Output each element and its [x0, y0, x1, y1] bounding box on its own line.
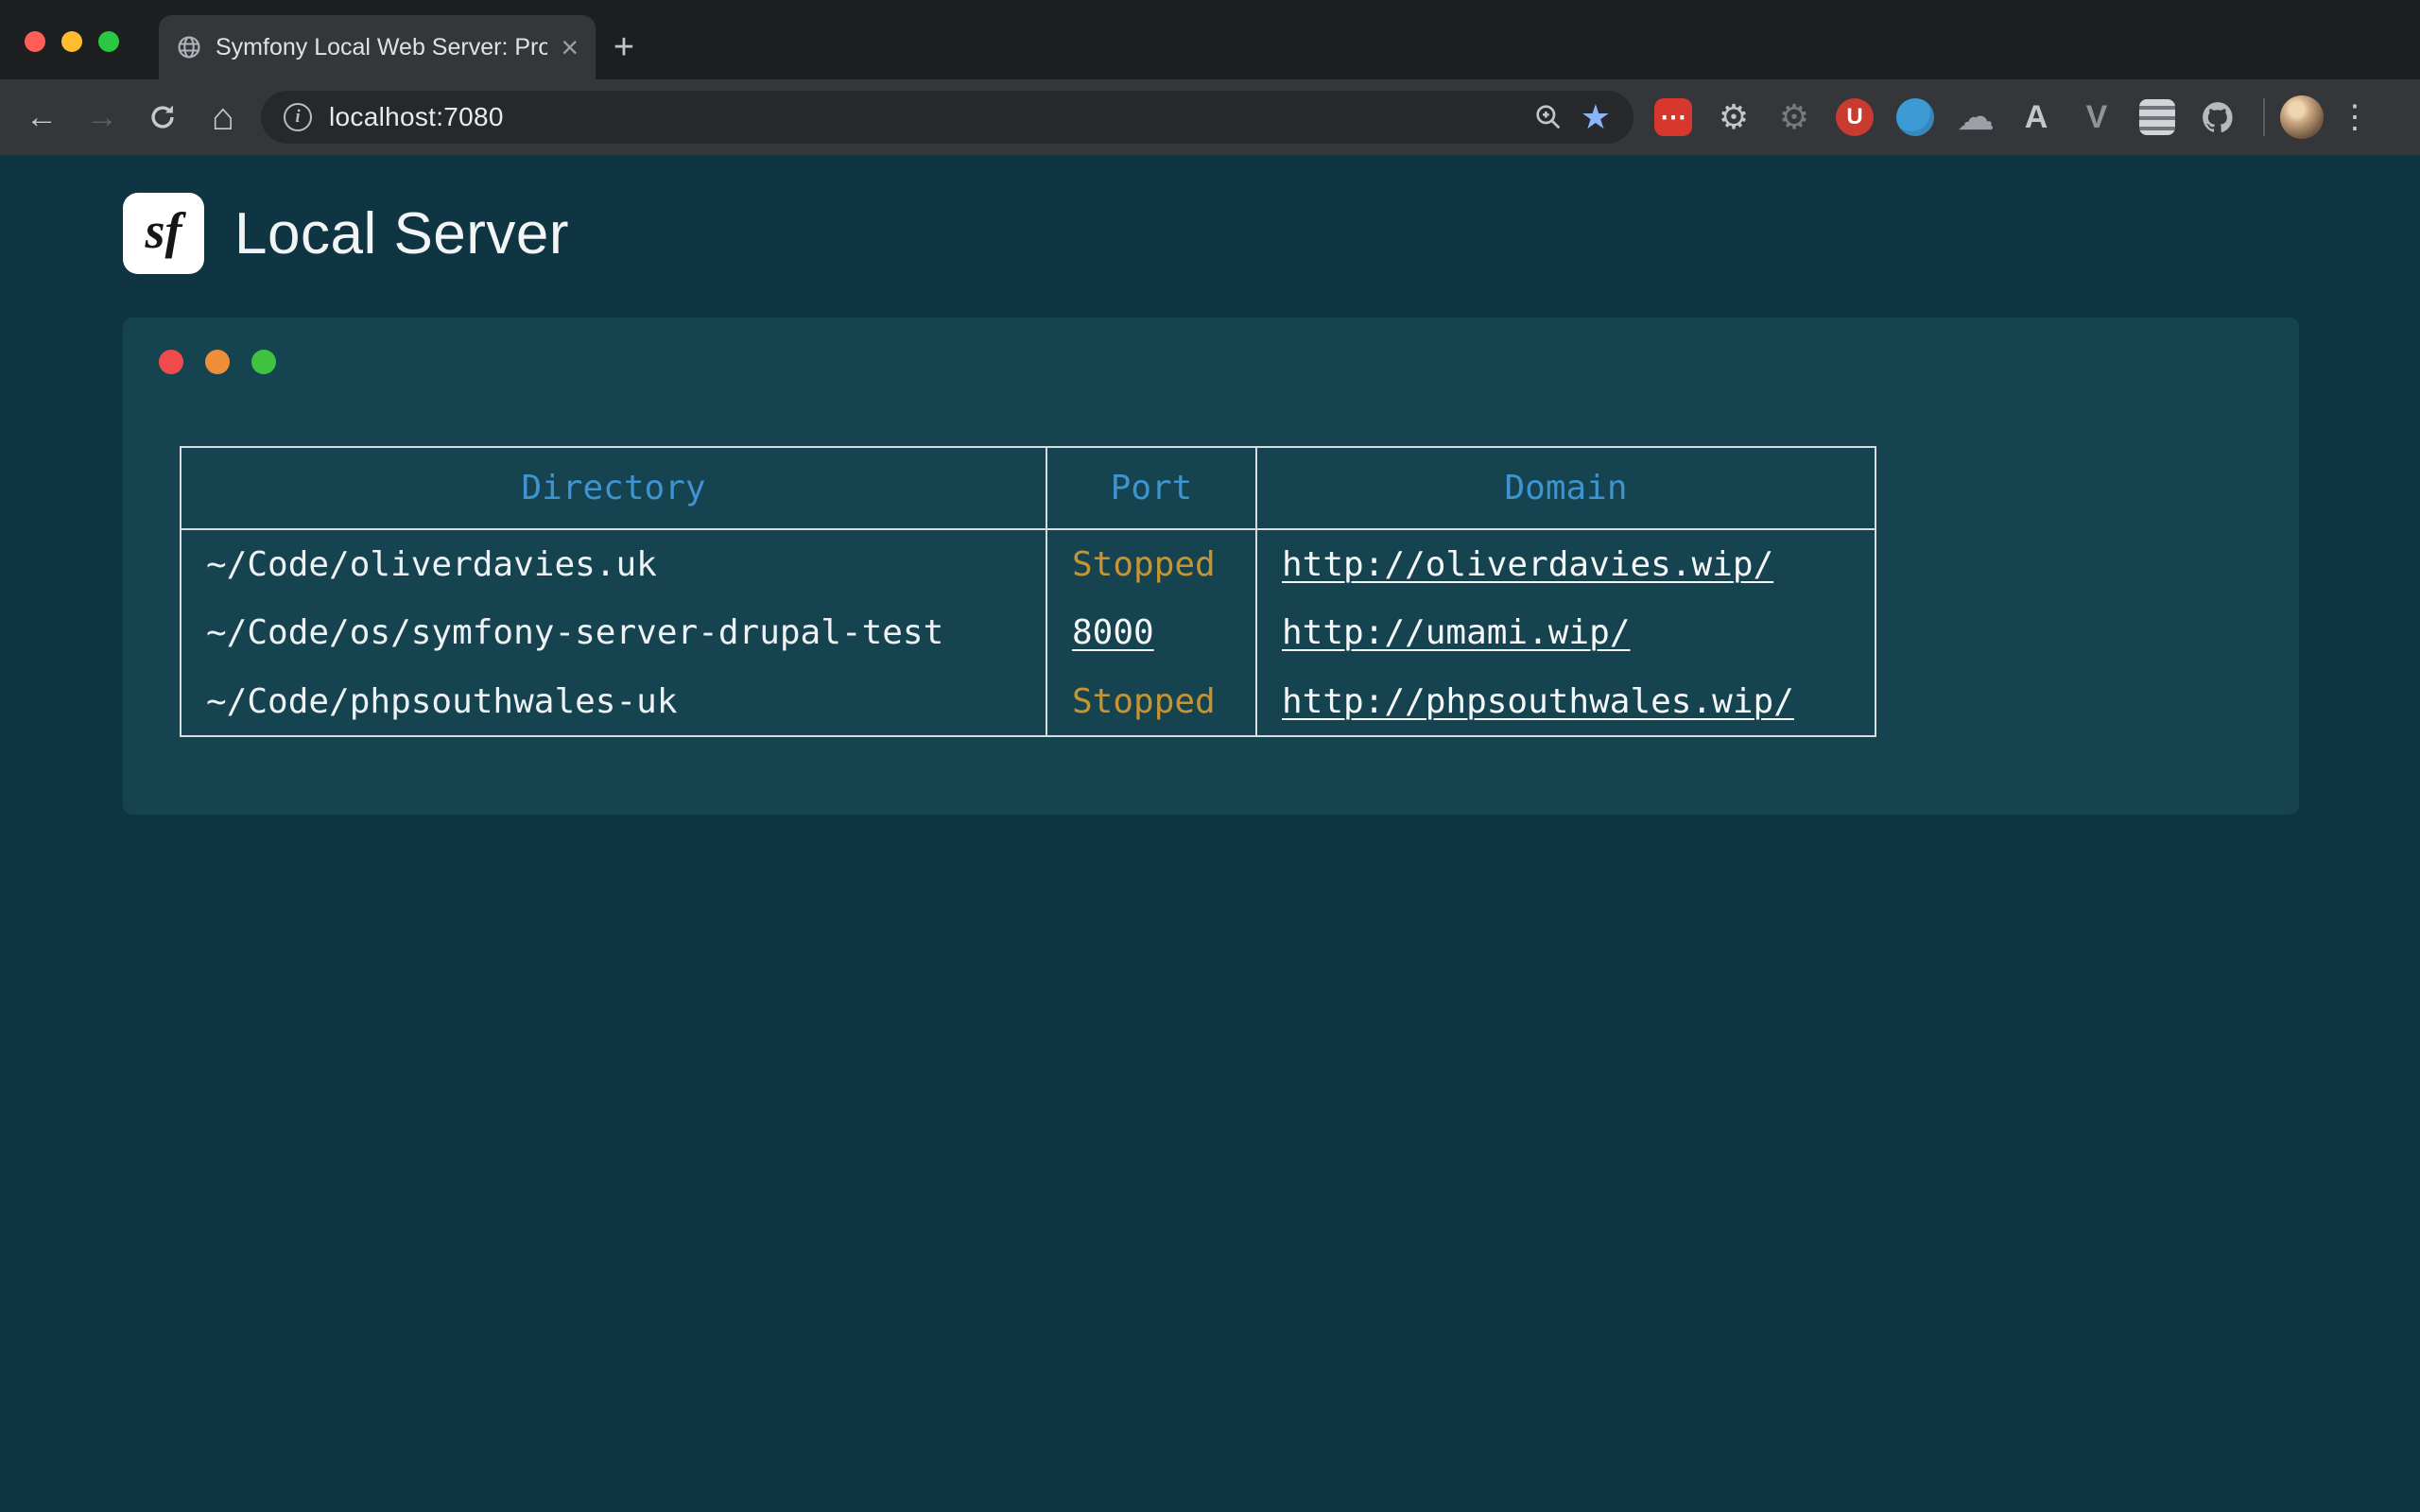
red-dots-extension-icon[interactable]: ⋯	[1643, 98, 1703, 136]
new-tab-button[interactable]: +	[596, 15, 652, 79]
port-cell: 8000	[1046, 598, 1256, 667]
directory-cell: ~/Code/oliverdavies.uk	[181, 529, 1046, 598]
extensions-area: ⋯ ⚙ ⚙ U ☁ A V	[1643, 98, 2248, 136]
status-stopped: Stopped	[1072, 682, 1216, 721]
panel-dot-red	[159, 350, 183, 374]
directory-cell: ~/Code/os/symfony-server-drupal-test	[181, 598, 1046, 667]
dark-gear-extension-icon[interactable]: ⚙	[1764, 100, 1824, 134]
port-cell: Stopped	[1046, 529, 1256, 598]
header-directory: Directory	[181, 447, 1046, 529]
panel-dot-orange	[205, 350, 230, 374]
address-bar[interactable]: i localhost:7080 ★	[261, 91, 1634, 144]
browser-menu-icon[interactable]: ⋮	[2339, 101, 2371, 133]
panel-window-dots	[159, 350, 2299, 374]
page-content: sf Local Server Directory Port Domain	[0, 155, 2420, 1512]
globe-favicon-icon	[176, 34, 202, 60]
tab-strip: Symfony Local Web Server: Prox × +	[0, 0, 2420, 79]
github-extension-icon[interactable]	[2187, 99, 2248, 135]
gear-extension-icon[interactable]: ⚙	[1703, 100, 1764, 134]
reload-icon[interactable]	[132, 101, 193, 133]
directory-cell: ~/Code/phpsouthwales-uk	[181, 667, 1046, 736]
domain-link[interactable]: http://phpsouthwales.wip/	[1282, 682, 1794, 721]
servers-table: Directory Port Domain ~/Code/oliverdavie…	[180, 446, 1876, 737]
fullscreen-window-button[interactable]	[98, 31, 119, 52]
close-window-button[interactable]	[25, 31, 45, 52]
profile-avatar[interactable]	[2280, 95, 2324, 139]
tab-symfony-local-web-server[interactable]: Symfony Local Web Server: Prox ×	[159, 15, 596, 79]
letter-a-extension-icon[interactable]: A	[2006, 101, 2066, 133]
page-header: sf Local Server	[123, 193, 2299, 274]
home-icon[interactable]: ⌂	[193, 96, 253, 139]
status-stopped: Stopped	[1072, 545, 1216, 584]
window-controls	[25, 31, 119, 52]
table-row: ~/Code/oliverdavies.uk Stopped http://ol…	[181, 529, 1876, 598]
bookmark-star-icon[interactable]: ★	[1581, 100, 1611, 134]
tab-title: Symfony Local Web Server: Prox	[216, 34, 547, 61]
url-text[interactable]: localhost:7080	[329, 102, 504, 132]
symfony-logo-text: sf	[146, 201, 182, 260]
table-row: ~/Code/phpsouthwales-uk Stopped http://p…	[181, 667, 1876, 736]
domain-cell: http://oliverdavies.wip/	[1256, 529, 1876, 598]
letter-v-extension-icon[interactable]: V	[2066, 101, 2127, 133]
zoom-icon[interactable]	[1533, 102, 1564, 132]
toolbar-separator	[2263, 98, 2265, 136]
table-row: ~/Code/os/symfony-server-drupal-test 800…	[181, 598, 1876, 667]
domain-cell: http://phpsouthwales.wip/	[1256, 667, 1876, 736]
list-extension-icon[interactable]	[2127, 99, 2187, 135]
symfony-logo: sf	[123, 193, 204, 274]
back-icon[interactable]: ←	[11, 99, 72, 136]
domain-cell: http://umami.wip/	[1256, 598, 1876, 667]
domain-link[interactable]: http://umami.wip/	[1282, 613, 1630, 652]
table-header-row: Directory Port Domain	[181, 447, 1876, 529]
port-cell: Stopped	[1046, 667, 1256, 736]
forward-icon[interactable]: →	[72, 99, 132, 136]
panel-dot-green	[251, 350, 276, 374]
browser-window: Symfony Local Web Server: Prox × + ← → ⌂…	[0, 0, 2420, 1512]
header-port: Port	[1046, 447, 1256, 529]
minimize-window-button[interactable]	[61, 31, 82, 52]
domain-link[interactable]: http://oliverdavies.wip/	[1282, 545, 1773, 584]
browser-toolbar: ← → ⌂ i localhost:7080 ★ ⋯ ⚙ ⚙ U ☁ A V	[0, 79, 2420, 155]
server-panel: Directory Port Domain ~/Code/oliverdavie…	[123, 318, 2299, 815]
ublock-extension-icon[interactable]: U	[1824, 98, 1885, 136]
tab-close-icon[interactable]: ×	[561, 32, 579, 62]
cloud-extension-icon[interactable]: ☁	[1945, 98, 2006, 136]
page-info-icon[interactable]: i	[284, 103, 312, 131]
header-domain: Domain	[1256, 447, 1876, 529]
port-link[interactable]: 8000	[1072, 613, 1154, 652]
blue-circle-extension-icon[interactable]	[1885, 98, 1945, 136]
page-title: Local Server	[234, 200, 569, 267]
